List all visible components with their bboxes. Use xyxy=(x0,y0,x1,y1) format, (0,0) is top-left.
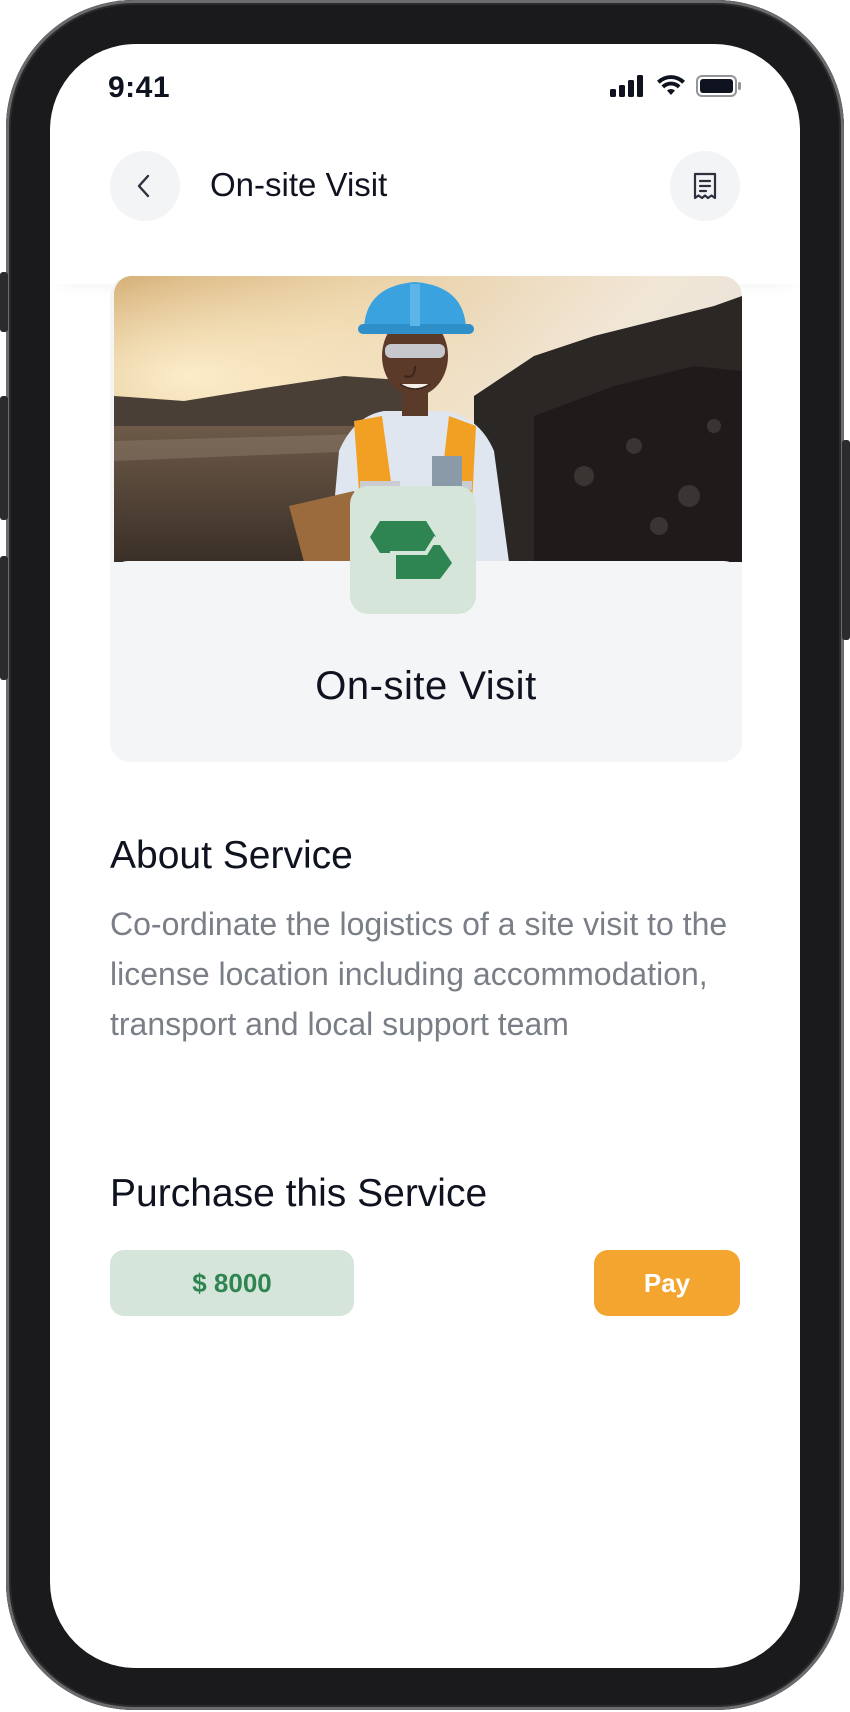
chevron-left-icon xyxy=(137,174,150,198)
volume-up-button xyxy=(0,396,8,520)
app-screen: 9:41 On-site Visit On-site Visit About S… xyxy=(50,44,800,1668)
about-heading: About Service xyxy=(110,834,353,877)
service-badge xyxy=(350,486,476,614)
status-icons xyxy=(610,75,742,97)
price-badge: $ 8000 xyxy=(110,1250,354,1316)
purchase-heading: Purchase this Service xyxy=(110,1172,488,1215)
about-description: Co-ordinate the logistics of a site visi… xyxy=(110,906,728,1042)
back-button[interactable] xyxy=(110,151,180,221)
volume-down-button xyxy=(0,556,8,680)
pay-button[interactable]: Pay xyxy=(594,1250,740,1316)
wifi-icon xyxy=(657,75,685,95)
service-tag-icon xyxy=(370,521,452,579)
battery-icon xyxy=(696,75,741,97)
power-button xyxy=(842,440,850,640)
silent-switch xyxy=(0,272,8,332)
service-title: On-site Visit xyxy=(315,664,537,708)
receipt-button[interactable] xyxy=(670,151,740,221)
status-time: 9:41 xyxy=(108,71,171,104)
signal-icon xyxy=(610,75,643,97)
receipt-icon xyxy=(693,172,717,200)
page-title: On-site Visit xyxy=(210,166,388,203)
